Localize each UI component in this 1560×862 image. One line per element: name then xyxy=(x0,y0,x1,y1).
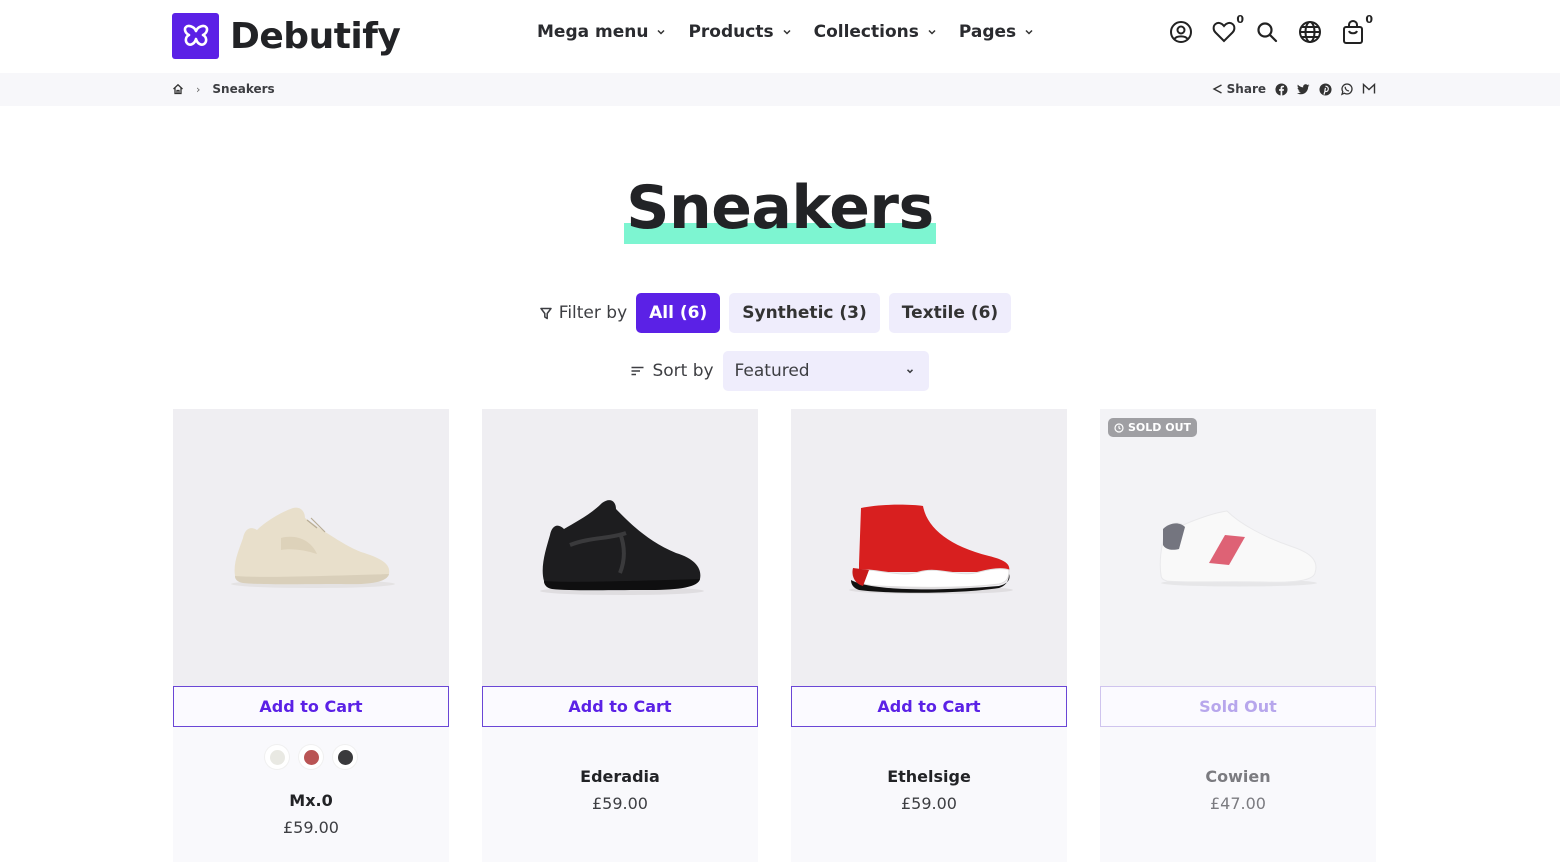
nav-label: Collections xyxy=(813,22,919,42)
sold-out-button[interactable]: Sold Out xyxy=(1100,686,1376,727)
share-label-group: Share xyxy=(1212,82,1266,96)
twitter-icon[interactable] xyxy=(1296,82,1310,96)
sort-lines-icon xyxy=(631,366,644,376)
product-card: Add to Cart Ederadia £59.00 xyxy=(482,409,758,862)
pinterest-icon[interactable] xyxy=(1318,82,1332,96)
email-icon[interactable] xyxy=(1362,82,1376,96)
color-swatches xyxy=(173,745,449,769)
share-icon xyxy=(1212,83,1223,95)
language-button[interactable] xyxy=(1296,20,1324,48)
page-title-text: Sneakers xyxy=(626,173,934,243)
breadcrumb-bar: › Sneakers Share xyxy=(0,73,1560,106)
logo[interactable]: Debutify xyxy=(172,13,401,59)
product-price: £59.00 xyxy=(901,794,957,813)
whatsapp-icon[interactable] xyxy=(1340,82,1354,96)
nav-label: Pages xyxy=(958,22,1017,42)
beige-sneaker-image xyxy=(231,507,395,588)
product-name[interactable]: Cowien xyxy=(1100,767,1376,786)
clock-icon xyxy=(1114,422,1124,433)
chevron-down-icon xyxy=(927,27,937,37)
heart-icon xyxy=(1212,21,1236,47)
nav-label: Products xyxy=(688,22,774,42)
product-name[interactable]: Ederadia xyxy=(482,767,758,786)
brand-name: Debutify xyxy=(230,15,401,57)
site-header: Debutify Mega menu Products Collections … xyxy=(0,0,1560,73)
nav-label: Mega menu xyxy=(537,22,649,42)
filter-chip-textile[interactable]: Textile (6) xyxy=(888,293,1012,333)
breadcrumb: › Sneakers xyxy=(172,82,275,96)
product-image[interactable] xyxy=(173,409,449,686)
nav-pages[interactable]: Pages xyxy=(959,22,1034,42)
sort-label-group: Sort by xyxy=(631,361,714,381)
account-icon xyxy=(1169,20,1193,48)
product-grid: Add to Cart Mx.0 £59.00 Add to Cart Eder… xyxy=(173,409,1376,862)
page-title: Sneakers xyxy=(624,172,936,244)
breadcrumb-current: Sneakers xyxy=(212,82,275,96)
black-sneaker-image xyxy=(540,499,704,595)
wishlist-count: 0 xyxy=(1236,13,1244,26)
filter-bar: Filter by All (6) Synthetic (3) Textile … xyxy=(0,293,1560,333)
product-price: £59.00 xyxy=(592,794,648,813)
nav-products[interactable]: Products xyxy=(688,22,791,42)
globe-icon xyxy=(1298,20,1322,48)
home-icon[interactable] xyxy=(172,83,184,95)
cart-count: 0 xyxy=(1365,13,1373,26)
sort-bar: Sort by Featured xyxy=(0,351,1560,391)
filter-label-group: Filter by xyxy=(540,303,627,323)
header-actions: 0 0 xyxy=(1167,13,1382,49)
product-price: £47.00 xyxy=(1210,794,1266,813)
sort-selected-value: Featured xyxy=(734,361,810,381)
breadcrumb-separator: › xyxy=(196,82,201,96)
chevron-down-icon xyxy=(656,27,666,37)
nav-collections[interactable]: Collections xyxy=(814,22,937,42)
filter-chip-all[interactable]: All (6) xyxy=(636,293,721,333)
add-to-cart-button[interactable]: Add to Cart xyxy=(791,686,1067,727)
search-icon xyxy=(1256,21,1278,47)
filter-label: Filter by xyxy=(558,303,628,323)
collection-header: Sneakers xyxy=(0,172,1560,244)
product-image[interactable]: SOLD OUT xyxy=(1100,409,1376,686)
search-button[interactable] xyxy=(1253,20,1281,48)
swatch-black[interactable] xyxy=(333,745,357,769)
nav-mega-menu[interactable]: Mega menu xyxy=(537,22,666,42)
sold-out-badge-label: SOLD OUT xyxy=(1128,421,1192,434)
swatch-red[interactable] xyxy=(299,745,323,769)
product-card: Add to Cart Ethelsige £59.00 xyxy=(791,409,1067,862)
product-name[interactable]: Mx.0 xyxy=(173,791,449,810)
product-price: £59.00 xyxy=(283,818,339,837)
butterfly-logo-icon xyxy=(172,13,219,59)
wishlist-button[interactable]: 0 xyxy=(1210,13,1244,48)
add-to-cart-button[interactable]: Add to Cart xyxy=(482,686,758,727)
chevron-down-icon xyxy=(905,366,915,376)
account-button[interactable] xyxy=(1167,20,1195,48)
product-image[interactable] xyxy=(482,409,758,686)
add-to-cart-button[interactable]: Add to Cart xyxy=(173,686,449,727)
filter-funnel-icon xyxy=(540,307,552,320)
filter-chip-synthetic[interactable]: Synthetic (3) xyxy=(729,293,880,333)
share-label: Share xyxy=(1226,82,1266,96)
white-sneaker-image xyxy=(1159,509,1317,586)
chevron-down-icon xyxy=(782,27,792,37)
product-card: Add to Cart Mx.0 £59.00 xyxy=(173,409,449,862)
cart-button[interactable]: 0 xyxy=(1339,13,1373,49)
sold-out-badge: SOLD OUT xyxy=(1108,418,1198,437)
share-bar: Share xyxy=(1212,82,1376,96)
main-nav: Mega menu Products Collections Pages xyxy=(537,22,1056,42)
facebook-icon[interactable] xyxy=(1274,82,1288,96)
shopping-bag-icon xyxy=(1341,19,1365,49)
sort-label: Sort by xyxy=(652,361,714,381)
product-name[interactable]: Ethelsige xyxy=(791,767,1067,786)
product-card: SOLD OUT Sold Out Cowien £47.00 xyxy=(1100,409,1376,862)
swatch-cream[interactable] xyxy=(265,745,289,769)
chevron-down-icon xyxy=(1024,27,1034,37)
red-sock-sneaker-image xyxy=(849,504,1013,594)
sort-select[interactable]: Featured xyxy=(722,351,929,391)
product-image[interactable] xyxy=(791,409,1067,686)
